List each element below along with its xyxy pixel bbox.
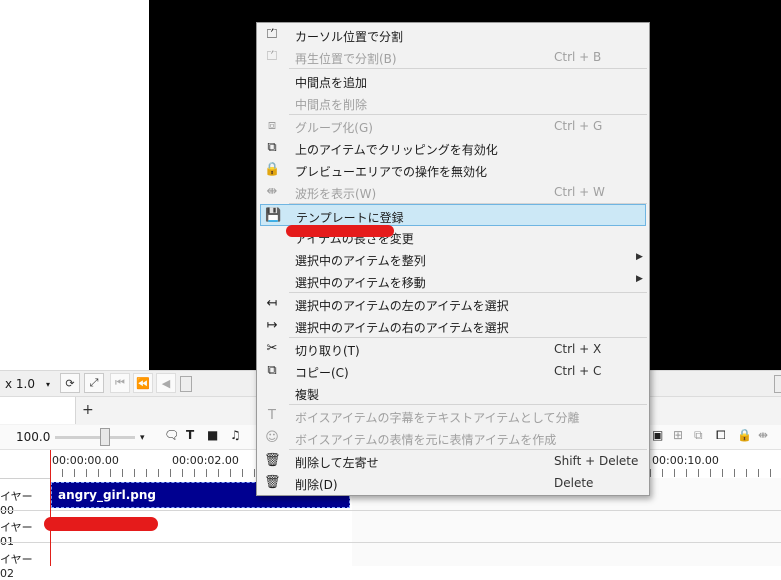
clipboard-icon[interactable]: ▣: [652, 428, 663, 442]
menu-item-cut[interactable]: ✂ 切り取り(T) Ctrl + X: [260, 338, 646, 360]
split-icon[interactable]: ⊞: [673, 428, 683, 442]
submenu-arrow-icon: ▶: [636, 252, 643, 262]
seek-knob[interactable]: [180, 376, 192, 392]
menu-item-add-midpoint[interactable]: 中間点を追加: [260, 70, 646, 92]
music-item-icon[interactable]: ♫: [230, 428, 241, 442]
skip-start-icon[interactable]: ⏮: [110, 373, 130, 393]
tab-timeline[interactable]: [0, 397, 76, 424]
clip-tool-icon[interactable]: ⧠: [716, 428, 726, 443]
video-item-icon[interactable]: ■: [207, 428, 218, 442]
speed-selector[interactable]: x 1.0: [5, 377, 35, 391]
menu-item-split-at-cursor[interactable]: ⏍ カーソル位置で分割: [260, 24, 646, 46]
menu-item-enable-clipping[interactable]: ⧉ 上のアイテムでクリッピングを有効化: [260, 137, 646, 159]
zoom-slider[interactable]: [55, 436, 135, 439]
lock-icon: 🔒: [264, 162, 281, 177]
face-icon: ☺: [265, 430, 279, 445]
menu-item-move-selected[interactable]: 選択中のアイテムを移動 ▶: [260, 270, 646, 292]
scissors-icon: ✂: [266, 341, 278, 356]
split-playhead-icon: ⏍: [267, 49, 277, 64]
menu-item-register-template[interactable]: 💾 テンプレートに登録: [260, 204, 646, 226]
text-item-icon[interactable]: T: [186, 428, 194, 442]
playhead[interactable]: [50, 450, 51, 566]
menu-item-delete[interactable]: 🗑 削除(D) Delete: [260, 472, 646, 494]
ruler-label: 00:00:00.00: [52, 454, 119, 467]
comment-icon[interactable]: 🗨: [164, 428, 179, 442]
loop-icon[interactable]: ⟳: [60, 373, 80, 393]
menu-item-copy[interactable]: ⧉ コピー(C) Ctrl + C: [260, 360, 646, 382]
step-back-icon[interactable]: ⏪: [133, 373, 153, 393]
red-annotation-mark: [44, 517, 158, 531]
group-icon: ⧈: [267, 118, 277, 133]
menu-item-select-right[interactable]: ↦ 選択中のアイテムの右のアイテムを選択: [260, 315, 646, 337]
add-tab-button[interactable]: +: [82, 402, 94, 418]
layer-label: イヤー 00: [0, 490, 33, 517]
menu-item-duplicate[interactable]: 複製: [260, 382, 646, 404]
menu-item-separate-subtitle[interactable]: T ボイスアイテムの字幕をテキストアイテムとして分離: [260, 405, 646, 427]
menu-item-align-selected[interactable]: 選択中のアイテムを整列 ▶: [260, 248, 646, 270]
select-left-icon: ↤: [266, 296, 278, 311]
menu-item-select-left[interactable]: ↤ 選択中のアイテムの左のアイテムを選択: [260, 293, 646, 315]
layer-label: イヤー 01: [0, 521, 33, 548]
menu-item-create-expression[interactable]: ☺ ボイスアイテムの表情を元に表情アイテムを作成: [260, 427, 646, 449]
trash-icon: 🗑: [264, 475, 281, 490]
group-tool-icon[interactable]: ⧉: [694, 428, 703, 443]
waveform-tool-icon[interactable]: ⇼: [758, 428, 768, 442]
preview-margin: [0, 0, 149, 370]
select-right-icon: ↦: [266, 318, 278, 333]
split-cursor-icon: ⏍: [267, 27, 277, 42]
menu-item-split-at-playhead[interactable]: ⏍ 再生位置で分割(B) Ctrl + B: [260, 46, 646, 68]
resize-icon[interactable]: ⤢: [84, 373, 104, 393]
red-annotation-mark: [286, 225, 394, 237]
speed-dropdown-icon[interactable]: ▾: [46, 380, 50, 389]
menu-separator: [289, 68, 647, 69]
clipping-icon: ⧉: [267, 140, 277, 155]
text-icon: T: [268, 408, 276, 423]
menu-item-group[interactable]: ⧈ グループ化(G) Ctrl + G: [260, 115, 646, 137]
context-menu: ⏍ カーソル位置で分割 ⏍ 再生位置で分割(B) Ctrl + B 中間点を追加…: [256, 22, 650, 496]
ruler-label: 00:00:02.00: [172, 454, 239, 467]
menu-item-disable-preview-ops[interactable]: 🔒 プレビューエリアでの操作を無効化: [260, 159, 646, 181]
zoom-value: 100.0: [16, 430, 51, 444]
chevron-down-icon[interactable]: ▾: [140, 433, 145, 443]
copy-icon: ⧉: [267, 363, 277, 378]
zoom-slider-knob[interactable]: [100, 428, 110, 446]
layer-divider: [0, 542, 781, 543]
layer-divider: [0, 510, 781, 511]
ruler-label: 00:00:10.00: [652, 454, 719, 467]
waveform-icon: ⇼: [266, 184, 278, 199]
lock-tool-icon[interactable]: 🔒: [737, 428, 752, 442]
prev-frame-icon[interactable]: ◀: [156, 373, 176, 393]
seek-end-knob[interactable]: [774, 375, 781, 393]
delete-shift-icon: 🗑: [264, 453, 281, 468]
save-template-icon: 💾: [265, 208, 282, 223]
menu-item-show-waveform[interactable]: ⇼ 波形を表示(W) Ctrl + W: [260, 181, 646, 203]
menu-item-delete-shift-left[interactable]: 🗑 削除して左寄せ Shift + Delete: [260, 450, 646, 472]
menu-item-remove-midpoint[interactable]: 中間点を削除: [260, 92, 646, 114]
submenu-arrow-icon: ▶: [636, 274, 643, 284]
